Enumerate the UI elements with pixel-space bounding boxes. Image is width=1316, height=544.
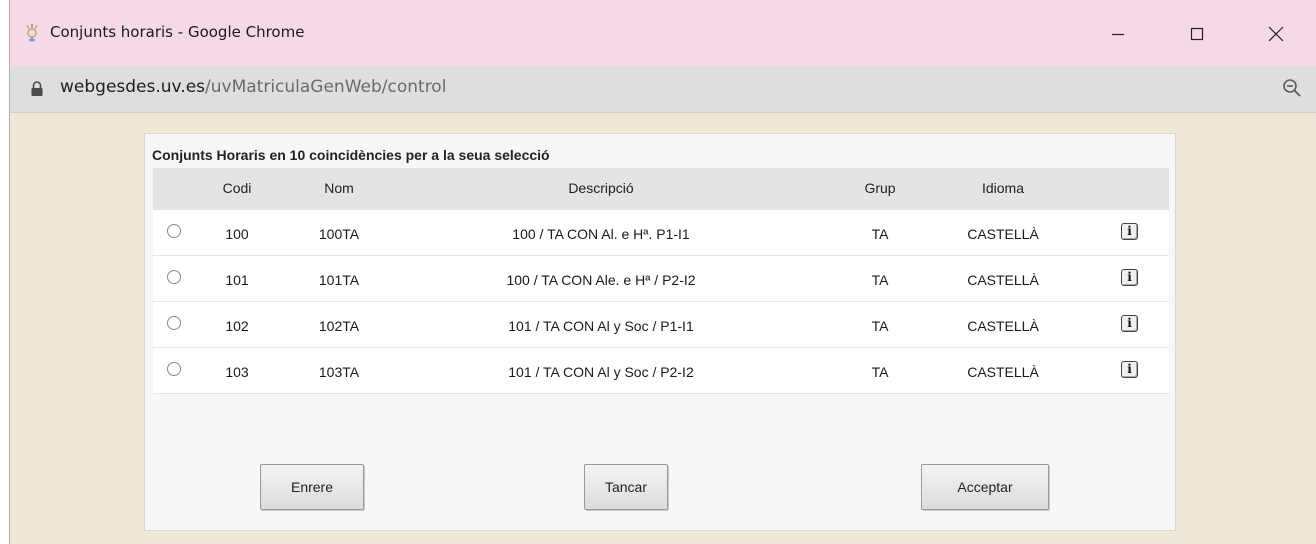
url-path: /uvMatriculaGenWeb/control	[205, 77, 447, 97]
column-header-codi: Codi	[222, 180, 252, 196]
table-row: 101 101TA 100 / TA CON Ale. e Hª / P2-I2…	[153, 256, 1169, 302]
select-radio[interactable]	[167, 362, 181, 376]
cell-idioma: CASTELLÀ	[967, 226, 1039, 242]
cell-grup: TA	[871, 318, 889, 334]
close-icon	[1268, 26, 1284, 42]
cell-descripcio: 100 / TA CON Ale. e Hª / P2-I2	[506, 272, 696, 288]
table-row: 102 102TA 101 / TA CON Al y Soc / P1-I1 …	[153, 302, 1169, 348]
table-row: 103 103TA 101 / TA CON Al y Soc / P2-I2 …	[153, 348, 1169, 394]
cell-codi: 103	[225, 364, 249, 380]
cell-nom: 102TA	[318, 318, 360, 334]
title-bar: Conjunts horaris - Google Chrome	[10, 0, 1316, 66]
column-header-nom: Nom	[324, 180, 354, 196]
cell-grup: TA	[871, 272, 889, 288]
cell-descripcio: 101 / TA CON Al y Soc / P2-I2	[508, 364, 694, 380]
cell-codi: 100	[225, 226, 249, 242]
window-title: Conjunts horaris - Google Chrome	[50, 23, 305, 41]
select-radio[interactable]	[167, 270, 181, 284]
app-icon	[23, 22, 41, 44]
cell-codi: 102	[225, 318, 249, 334]
zoom-out-icon[interactable]	[1282, 78, 1302, 103]
minimize-button[interactable]	[1088, 14, 1148, 54]
select-radio[interactable]	[167, 316, 181, 330]
maximize-button[interactable]	[1167, 14, 1227, 54]
browser-window: Conjunts horaris - Google Chrome webgesd…	[9, 0, 1316, 544]
accept-button[interactable]: Acceptar	[921, 464, 1049, 510]
lock-icon[interactable]	[30, 81, 44, 102]
table-header: Codi Nom Descripció Grup Idioma	[153, 168, 1169, 210]
cell-descripcio: 100 / TA CON Al. e Hª. P1-I1	[512, 226, 690, 242]
table-body: 100 100TA 100 / TA CON Al. e Hª. P1-I1 T…	[153, 210, 1169, 394]
column-header-idioma: Idioma	[981, 180, 1025, 196]
close-button[interactable]: Tancar	[584, 464, 668, 510]
info-icon[interactable]: i	[1121, 269, 1138, 286]
cell-grup: TA	[871, 364, 889, 380]
info-icon[interactable]: i	[1121, 315, 1138, 332]
cell-idioma: CASTELLÀ	[967, 272, 1039, 288]
back-button[interactable]: Enrere	[260, 464, 364, 510]
cell-codi: 101	[225, 272, 249, 288]
close-window-button[interactable]	[1246, 14, 1306, 54]
cell-nom: 100TA	[318, 226, 360, 242]
column-header-grup: Grup	[864, 180, 896, 196]
address-bar[interactable]: webgesdes.uv.es/uvMatriculaGenWeb/contro…	[10, 66, 1316, 113]
minimize-icon	[1111, 27, 1125, 41]
panel-title: Conjunts Horaris en 10 coincidències per…	[152, 147, 550, 163]
info-icon[interactable]: i	[1121, 223, 1138, 240]
url-text[interactable]: webgesdes.uv.es/uvMatriculaGenWeb/contro…	[60, 77, 446, 97]
cell-idioma: CASTELLÀ	[967, 318, 1039, 334]
cell-nom: 101TA	[318, 272, 360, 288]
cell-nom: 103TA	[318, 364, 360, 380]
column-header-descripcio: Descripció	[568, 180, 634, 196]
maximize-icon	[1190, 27, 1204, 41]
cell-descripcio: 101 / TA CON Al y Soc / P1-I1	[508, 318, 694, 334]
cell-idioma: CASTELLÀ	[967, 364, 1039, 380]
info-icon[interactable]: i	[1121, 361, 1138, 378]
schedule-sets-panel: Conjunts Horaris en 10 coincidències per…	[144, 133, 1176, 531]
table-row: 100 100TA 100 / TA CON Al. e Hª. P1-I1 T…	[153, 210, 1169, 256]
select-radio[interactable]	[167, 224, 181, 238]
cell-grup: TA	[871, 226, 889, 242]
url-host: webgesdes.uv.es	[60, 77, 206, 97]
